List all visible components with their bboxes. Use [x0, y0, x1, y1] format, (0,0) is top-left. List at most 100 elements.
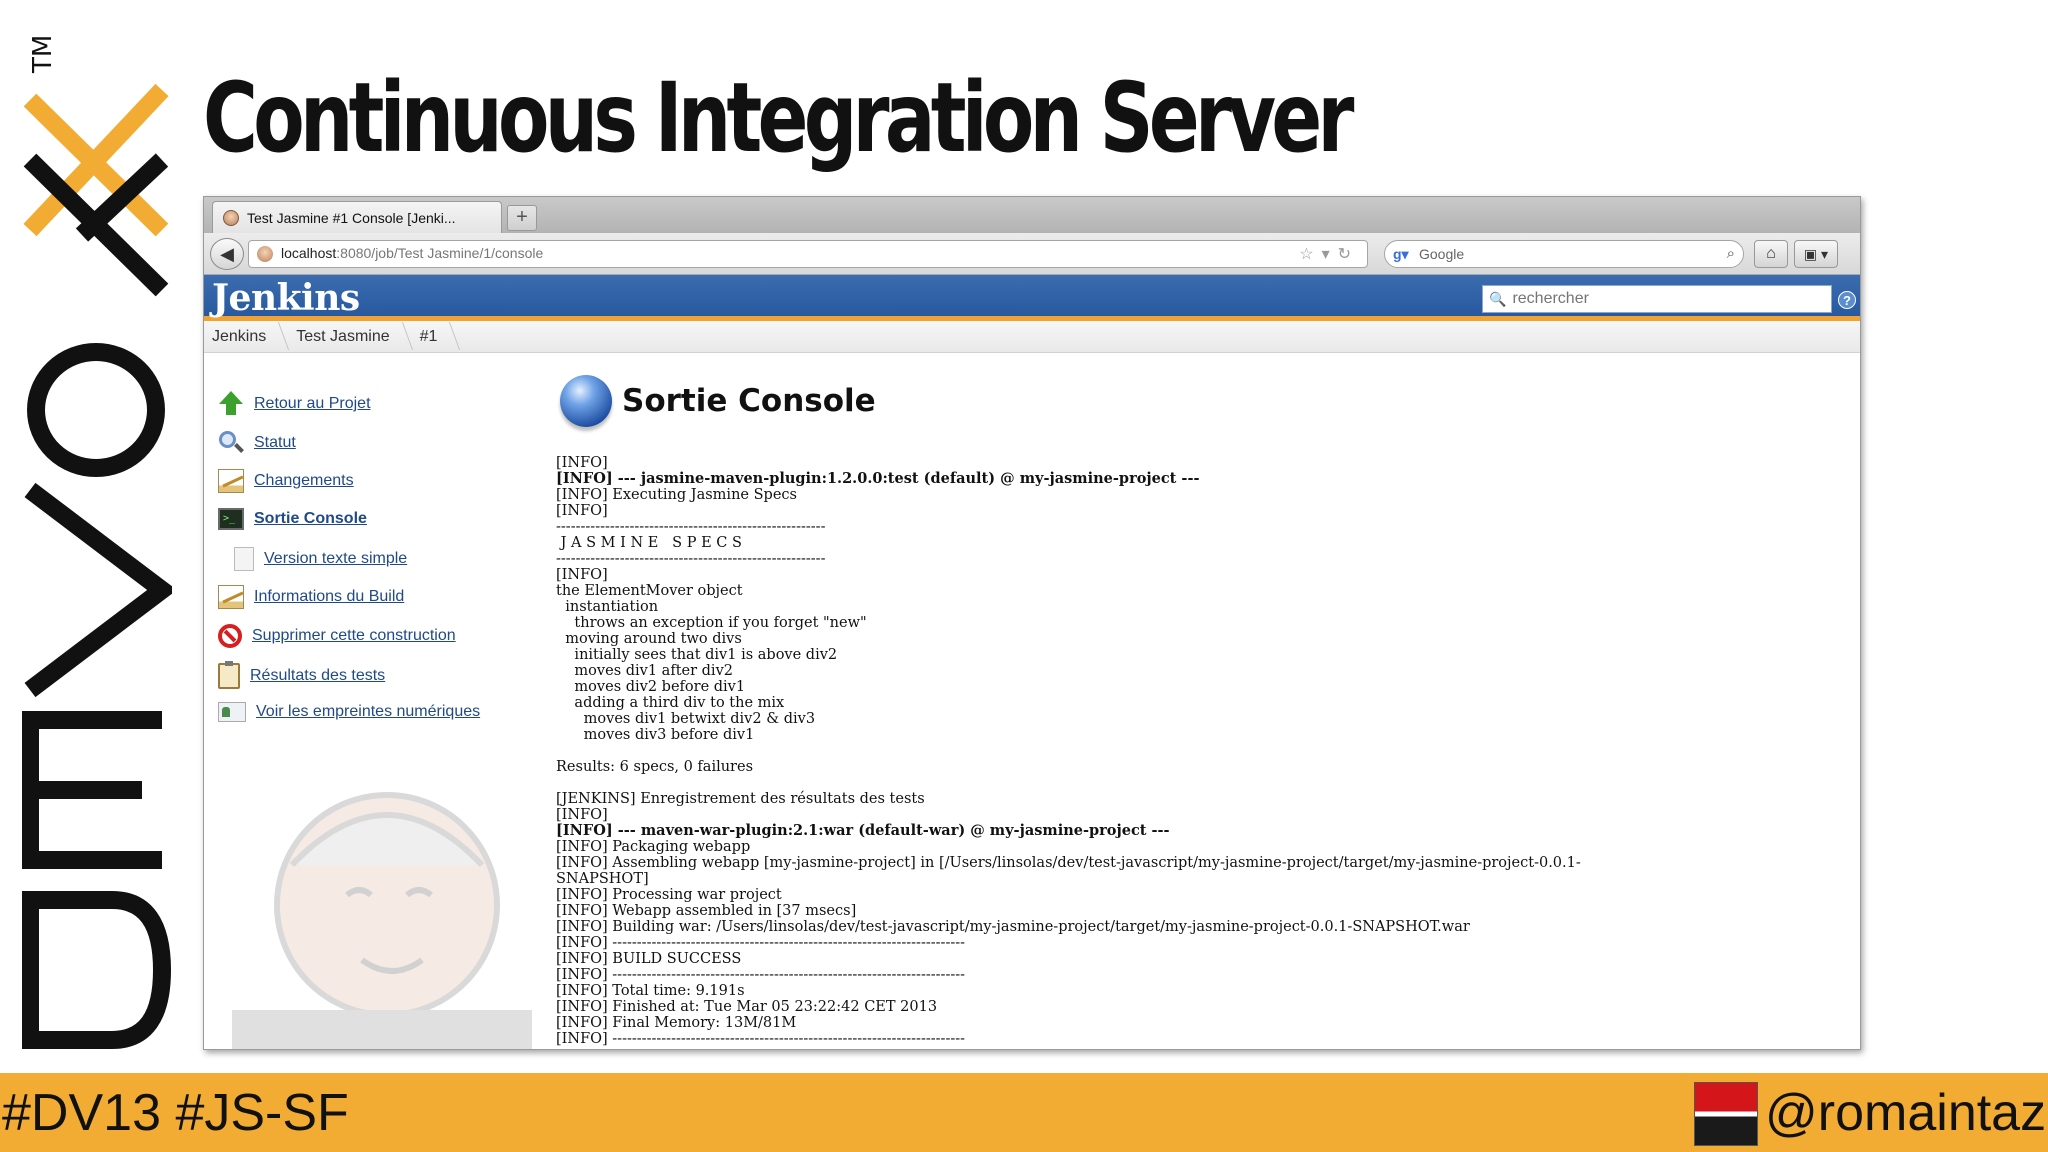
tab-bar: Test Jasmine #1 Console [Jenki... +: [204, 197, 1860, 233]
google-logo-icon[interactable]: g▾: [1393, 246, 1413, 262]
browser-tab[interactable]: Test Jasmine #1 Console [Jenki...: [212, 201, 502, 233]
console-line: the ElementMover object: [556, 583, 743, 599]
console-line: [INFO]: [556, 807, 608, 823]
task-link[interactable]: Changements: [254, 472, 354, 490]
task-test-results[interactable]: Résultats des tests: [218, 661, 385, 689]
task-status[interactable]: Statut: [218, 430, 296, 456]
console-line: moves div3 before div1: [556, 727, 755, 743]
tab-title: Test Jasmine #1 Console [Jenki...: [247, 209, 456, 226]
jenkins-header: Jenkins 🔍 ?: [204, 275, 1860, 321]
task-link[interactable]: Supprimer cette construction: [252, 627, 456, 645]
console-line: SNAPSHOT]: [556, 871, 649, 887]
search-bar[interactable]: g▾ Google ⌕: [1384, 240, 1744, 268]
bookmarks-menu-button[interactable]: ▣ ▾: [1794, 240, 1838, 268]
console-line: [INFO] Building war: /Users/linsolas/dev…: [556, 919, 1470, 935]
console-line: [INFO]: [556, 455, 608, 471]
jenkins-search-box[interactable]: 🔍: [1482, 285, 1832, 313]
new-tab-button[interactable]: +: [507, 205, 537, 231]
home-button[interactable]: ⌂: [1754, 240, 1788, 268]
url-host: localhost: [281, 245, 337, 261]
console-line: moving around two divs: [556, 631, 742, 647]
task-console-output[interactable]: >_ Sortie Console: [218, 508, 367, 530]
url-path: :8080/job/Test Jasmine/1/console: [336, 245, 544, 261]
console-line: [INFO] Final Memory: 13M/81M: [556, 1015, 797, 1031]
task-link[interactable]: Version texte simple: [264, 550, 407, 568]
reload-icon[interactable]: ↻: [1338, 246, 1359, 263]
console-line: ----------------------------------------…: [556, 519, 826, 535]
clipboard-icon: [218, 661, 240, 689]
task-back-to-project[interactable]: Retour au Projet: [218, 391, 371, 417]
browser-window: Test Jasmine #1 Console [Jenki... + ◀ lo…: [203, 196, 1861, 1050]
breadcrumb-item-build[interactable]: #1: [420, 328, 456, 346]
up-arrow-icon: [218, 391, 244, 417]
jenkins-search-input[interactable]: [1512, 290, 1813, 308]
notepad-icon: [218, 469, 244, 493]
bottom-bar: #DV13 #JS-SF @romaintaz: [0, 1073, 2048, 1152]
console-line: [INFO] Processing war project: [556, 887, 782, 903]
back-button[interactable]: ◀: [210, 238, 244, 270]
devoxx-logo-xx-icon: [23, 83, 169, 297]
task-plain-text[interactable]: Version texte simple: [234, 547, 407, 571]
hashtags: #DV13 #JS-SF: [2, 1084, 349, 1142]
breadcrumb-item-job[interactable]: Test Jasmine: [296, 328, 407, 346]
task-link[interactable]: Retour au Projet: [254, 395, 371, 413]
no-entry-icon: [218, 624, 242, 648]
console-line: Results: 6 specs, 0 failures: [556, 759, 754, 775]
console-line: [INFO] Packaging webapp: [556, 839, 751, 855]
console-line: [INFO] Total time: 9.191s: [556, 983, 745, 999]
site-favicon-icon: [257, 246, 273, 262]
console-line: throws an exception if you forget "new": [556, 615, 867, 631]
task-link[interactable]: Voir les empreintes numériques: [256, 703, 480, 721]
console-line: moves div1 after div2: [556, 663, 733, 679]
console-line: [INFO] ---------------------------------…: [556, 967, 966, 983]
search-icon[interactable]: ⌕: [1727, 245, 1735, 262]
console-line: [JENKINS] Enregistrement des résultats d…: [556, 791, 925, 807]
console-line: adding a third div to the mix: [556, 695, 785, 711]
document-icon: [234, 547, 254, 571]
task-link[interactable]: Sortie Console: [254, 510, 367, 528]
bookmark-star-icon[interactable]: ☆: [1299, 246, 1321, 263]
task-changes[interactable]: Changements: [218, 469, 354, 493]
url-actions[interactable]: ☆▾↻: [1299, 244, 1359, 264]
help-icon[interactable]: ?: [1838, 291, 1856, 309]
console-line: [INFO] ---------------------------------…: [556, 1031, 966, 1047]
side-panel: Retour au Projet Statut Changements >_ S…: [204, 375, 534, 1049]
console-line: [INFO] Executing Jasmine Specs: [556, 487, 797, 503]
console-line: [INFO]: [556, 567, 608, 583]
console-line: initially sees that div1 is above div2: [556, 647, 838, 663]
dropdown-icon[interactable]: ▾: [1322, 246, 1338, 263]
task-link[interactable]: Résultats des tests: [250, 667, 385, 685]
console-orb-icon: [560, 375, 612, 427]
console-line: [INFO] --- maven-war-plugin:2.1:war (def…: [556, 822, 1170, 839]
console-line: ----------------------------------------…: [556, 551, 826, 567]
notepad-icon: [218, 585, 244, 609]
console-line: instantiation: [556, 599, 659, 615]
magnifier-icon: [218, 430, 244, 456]
jenkins-favicon-icon: [223, 209, 239, 226]
search-engine-label: Google: [1419, 246, 1465, 262]
console-line: moves div2 before div1: [556, 679, 746, 695]
task-delete-build[interactable]: Supprimer cette construction: [218, 624, 456, 648]
task-build-info[interactable]: Informations du Build: [218, 585, 404, 609]
console-line: J A S M I N E S P E C S: [556, 535, 742, 551]
page-title: Sortie Console: [622, 383, 876, 419]
console-output: [INFO] [INFO] --- jasmine-maven-plugin:1.…: [556, 455, 1856, 1049]
task-link[interactable]: Statut: [254, 434, 296, 452]
page-heading: Sortie Console: [560, 375, 876, 427]
task-link[interactable]: Informations du Build: [254, 588, 404, 606]
url-bar[interactable]: localhost:8080/job/Test Jasmine/1/consol…: [248, 240, 1368, 268]
console-line: [INFO] BUILD SUCCESS: [556, 951, 742, 967]
jenkins-butler-watermark-icon: [232, 792, 532, 1049]
breadcrumb-item-jenkins[interactable]: Jenkins: [212, 328, 284, 346]
task-fingerprints[interactable]: Voir les empreintes numériques: [218, 702, 480, 722]
console-line: [INFO] Webapp assembled in [37 msecs]: [556, 903, 857, 919]
twitter-handle: @romaintaz: [1765, 1084, 2047, 1142]
search-icon: 🔍: [1489, 290, 1507, 307]
console-line: [INFO] Assembling webapp [my-jasmine-pro…: [556, 855, 1581, 871]
jenkins-logo[interactable]: Jenkins: [212, 277, 360, 319]
twitter-avatar: [1694, 1082, 1758, 1146]
slide-title: Continuous Integration Server: [203, 62, 1354, 174]
console-line: moves div1 betwixt div2 & div3: [556, 711, 816, 727]
